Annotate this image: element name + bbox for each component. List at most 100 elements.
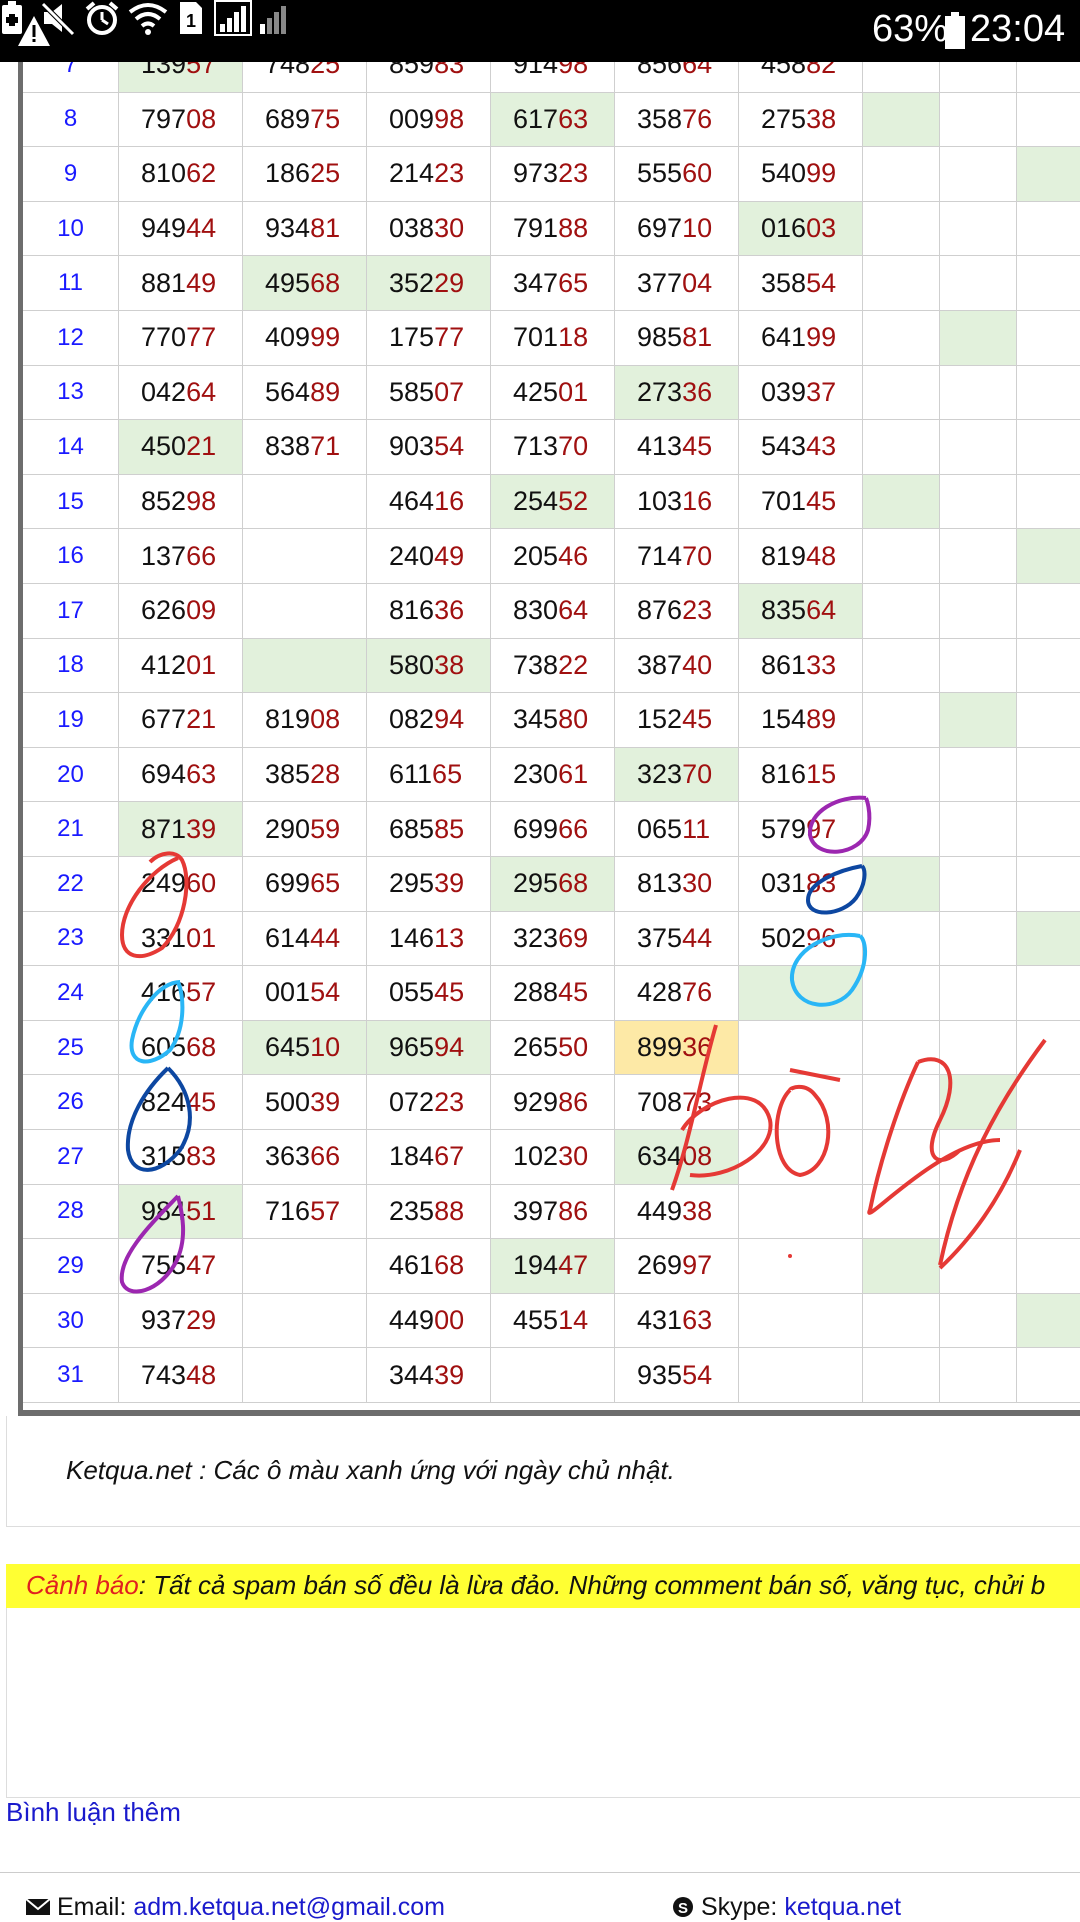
result-head-digits: 701 <box>761 486 807 517</box>
result-cell: 555 60 <box>615 147 739 202</box>
result-cell: 275 38 <box>739 92 863 148</box>
table-row: 30 937 29 449 00 455 14 431 63 <box>23 1293 1080 1349</box>
email-link[interactable]: adm.ketqua.net@gmail.com <box>133 1893 445 1921</box>
table-row: 26 824 45 500 39 072 23 929 86 708 73 <box>23 1075 1080 1130</box>
result-head-digits: 139 <box>141 62 187 80</box>
result-cell: 240 49 <box>367 529 491 584</box>
result-tail-digits: 99 <box>310 322 341 353</box>
result-cell: 235 88 <box>367 1184 491 1240</box>
stat-cell <box>1017 693 1080 748</box>
result-cell: 605 68 <box>119 1020 243 1076</box>
result-tail-digits: 25 <box>310 62 341 80</box>
result-head-digits: 555 <box>637 158 683 189</box>
stat-cell <box>863 1348 940 1403</box>
svg-text:S: S <box>678 1900 688 1917</box>
result-tail-digits: 96 <box>806 922 837 953</box>
result-head-digits: 449 <box>389 1305 435 1336</box>
stat-cell <box>1017 966 1080 1021</box>
result-cell: 387 40 <box>615 638 739 694</box>
table-row: 18 412 01 580 38 738 22 387 40 861 33 <box>23 638 1080 694</box>
result-head-digits: 708 <box>637 1086 683 1117</box>
result-tail-digits: 60 <box>186 868 217 899</box>
battery-saver-icon <box>2 1 22 34</box>
result-head-digits: 269 <box>637 1250 683 1281</box>
day-cell: 18 <box>23 638 119 694</box>
result-cell <box>739 1075 863 1130</box>
result-head-digits: 230 <box>513 759 559 790</box>
result-tail-digits: 70 <box>682 759 713 790</box>
stat-cell <box>1017 202 1080 257</box>
result-cell: 677 21 <box>119 693 243 748</box>
stat-cell <box>1017 62 1080 93</box>
result-cell: 899 36 <box>615 1020 739 1076</box>
result-cell: 694 63 <box>119 747 243 803</box>
result-tail-digits: 88 <box>434 1195 465 1226</box>
table-row: 11 881 49 495 68 352 29 347 65 377 04 358 54 <box>23 256 1080 311</box>
result-tail-digits: 51 <box>186 1195 217 1226</box>
result-cell <box>739 966 863 1021</box>
result-tail-digits: 08 <box>310 704 341 735</box>
result-tail-digits: 52 <box>558 486 589 517</box>
result-tail-digits: 64 <box>558 595 589 626</box>
result-tail-digits: 10 <box>682 213 713 244</box>
result-tail-digits: 47 <box>186 1250 217 1281</box>
result-tail-digits: 70 <box>558 431 589 462</box>
result-head-digits: 146 <box>389 922 435 953</box>
result-tail-digits: 66 <box>186 540 217 571</box>
result-tail-digits: 81 <box>310 213 341 244</box>
result-cell: 699 65 <box>243 857 367 912</box>
day-cell: 22 <box>23 857 119 912</box>
clock: 23:04 <box>970 8 1066 50</box>
day-cell: 16 <box>23 529 119 584</box>
result-tail-digits: 47 <box>558 1250 589 1281</box>
stat-cell <box>863 1075 940 1130</box>
stat-cell <box>1017 639 1080 694</box>
table-row: 23 331 01 614 44 146 13 323 69 375 44 502 96 <box>23 911 1080 967</box>
skype-link[interactable]: ketqua.net <box>784 1893 901 1921</box>
result-tail-digits: 66 <box>310 1141 341 1172</box>
stat-cell <box>863 1184 940 1240</box>
result-tail-digits: 45 <box>682 431 713 462</box>
result-tail-digits: 68 <box>434 1250 465 1281</box>
result-cell: 412 01 <box>119 638 243 694</box>
more-comments-link[interactable]: Bình luận thêm <box>6 1797 181 1828</box>
stat-cell <box>863 474 940 530</box>
table-row: 12 770 77 409 99 175 77 701 18 985 81 641 99 <box>23 311 1080 366</box>
stat-cell <box>863 638 940 694</box>
result-head-digits: 397 <box>513 1195 559 1226</box>
result-head-digits: 409 <box>265 322 311 353</box>
day-cell: 8 <box>23 92 119 148</box>
result-tail-digits: 83 <box>186 1141 217 1172</box>
result-cell: 903 54 <box>367 420 491 475</box>
result-head-digits: 819 <box>761 540 807 571</box>
result-head-digits: 455 <box>513 1305 559 1336</box>
stat-cell <box>940 1239 1017 1294</box>
stat-cell <box>940 1075 1017 1130</box>
result-head-digits: 585 <box>389 376 435 407</box>
result-tail-digits: 16 <box>682 486 713 517</box>
result-tail-digits: 73 <box>682 1086 713 1117</box>
result-tail-digits: 65 <box>558 267 589 298</box>
result-head-digits: 716 <box>265 1195 311 1226</box>
result-cell: 288 45 <box>491 966 615 1021</box>
result-head-digits: 985 <box>637 322 683 353</box>
result-cell: 500 39 <box>243 1075 367 1130</box>
result-tail-digits: 61 <box>558 759 589 790</box>
result-head-digits: 929 <box>513 1086 559 1117</box>
result-head-digits: 743 <box>141 1359 187 1390</box>
result-cell: 748 25 <box>243 62 367 93</box>
result-head-digits: 273 <box>637 376 683 407</box>
result-tail-digits: 89 <box>310 376 341 407</box>
result-cell: 564 89 <box>243 365 367 421</box>
result-tail-digits: 98 <box>434 103 465 134</box>
result-head-digits: 358 <box>761 267 807 298</box>
result-head-digits: 042 <box>141 376 187 407</box>
result-head-digits: 579 <box>761 813 807 844</box>
result-tail-digits: 15 <box>806 759 837 790</box>
result-tail-digits: 45 <box>434 977 465 1008</box>
result-tail-digits: 94 <box>434 1032 465 1063</box>
day-cell: 13 <box>23 365 119 421</box>
result-cell: 358 54 <box>739 256 863 311</box>
result-cell: 363 66 <box>243 1130 367 1185</box>
stat-cell <box>1017 1075 1080 1130</box>
